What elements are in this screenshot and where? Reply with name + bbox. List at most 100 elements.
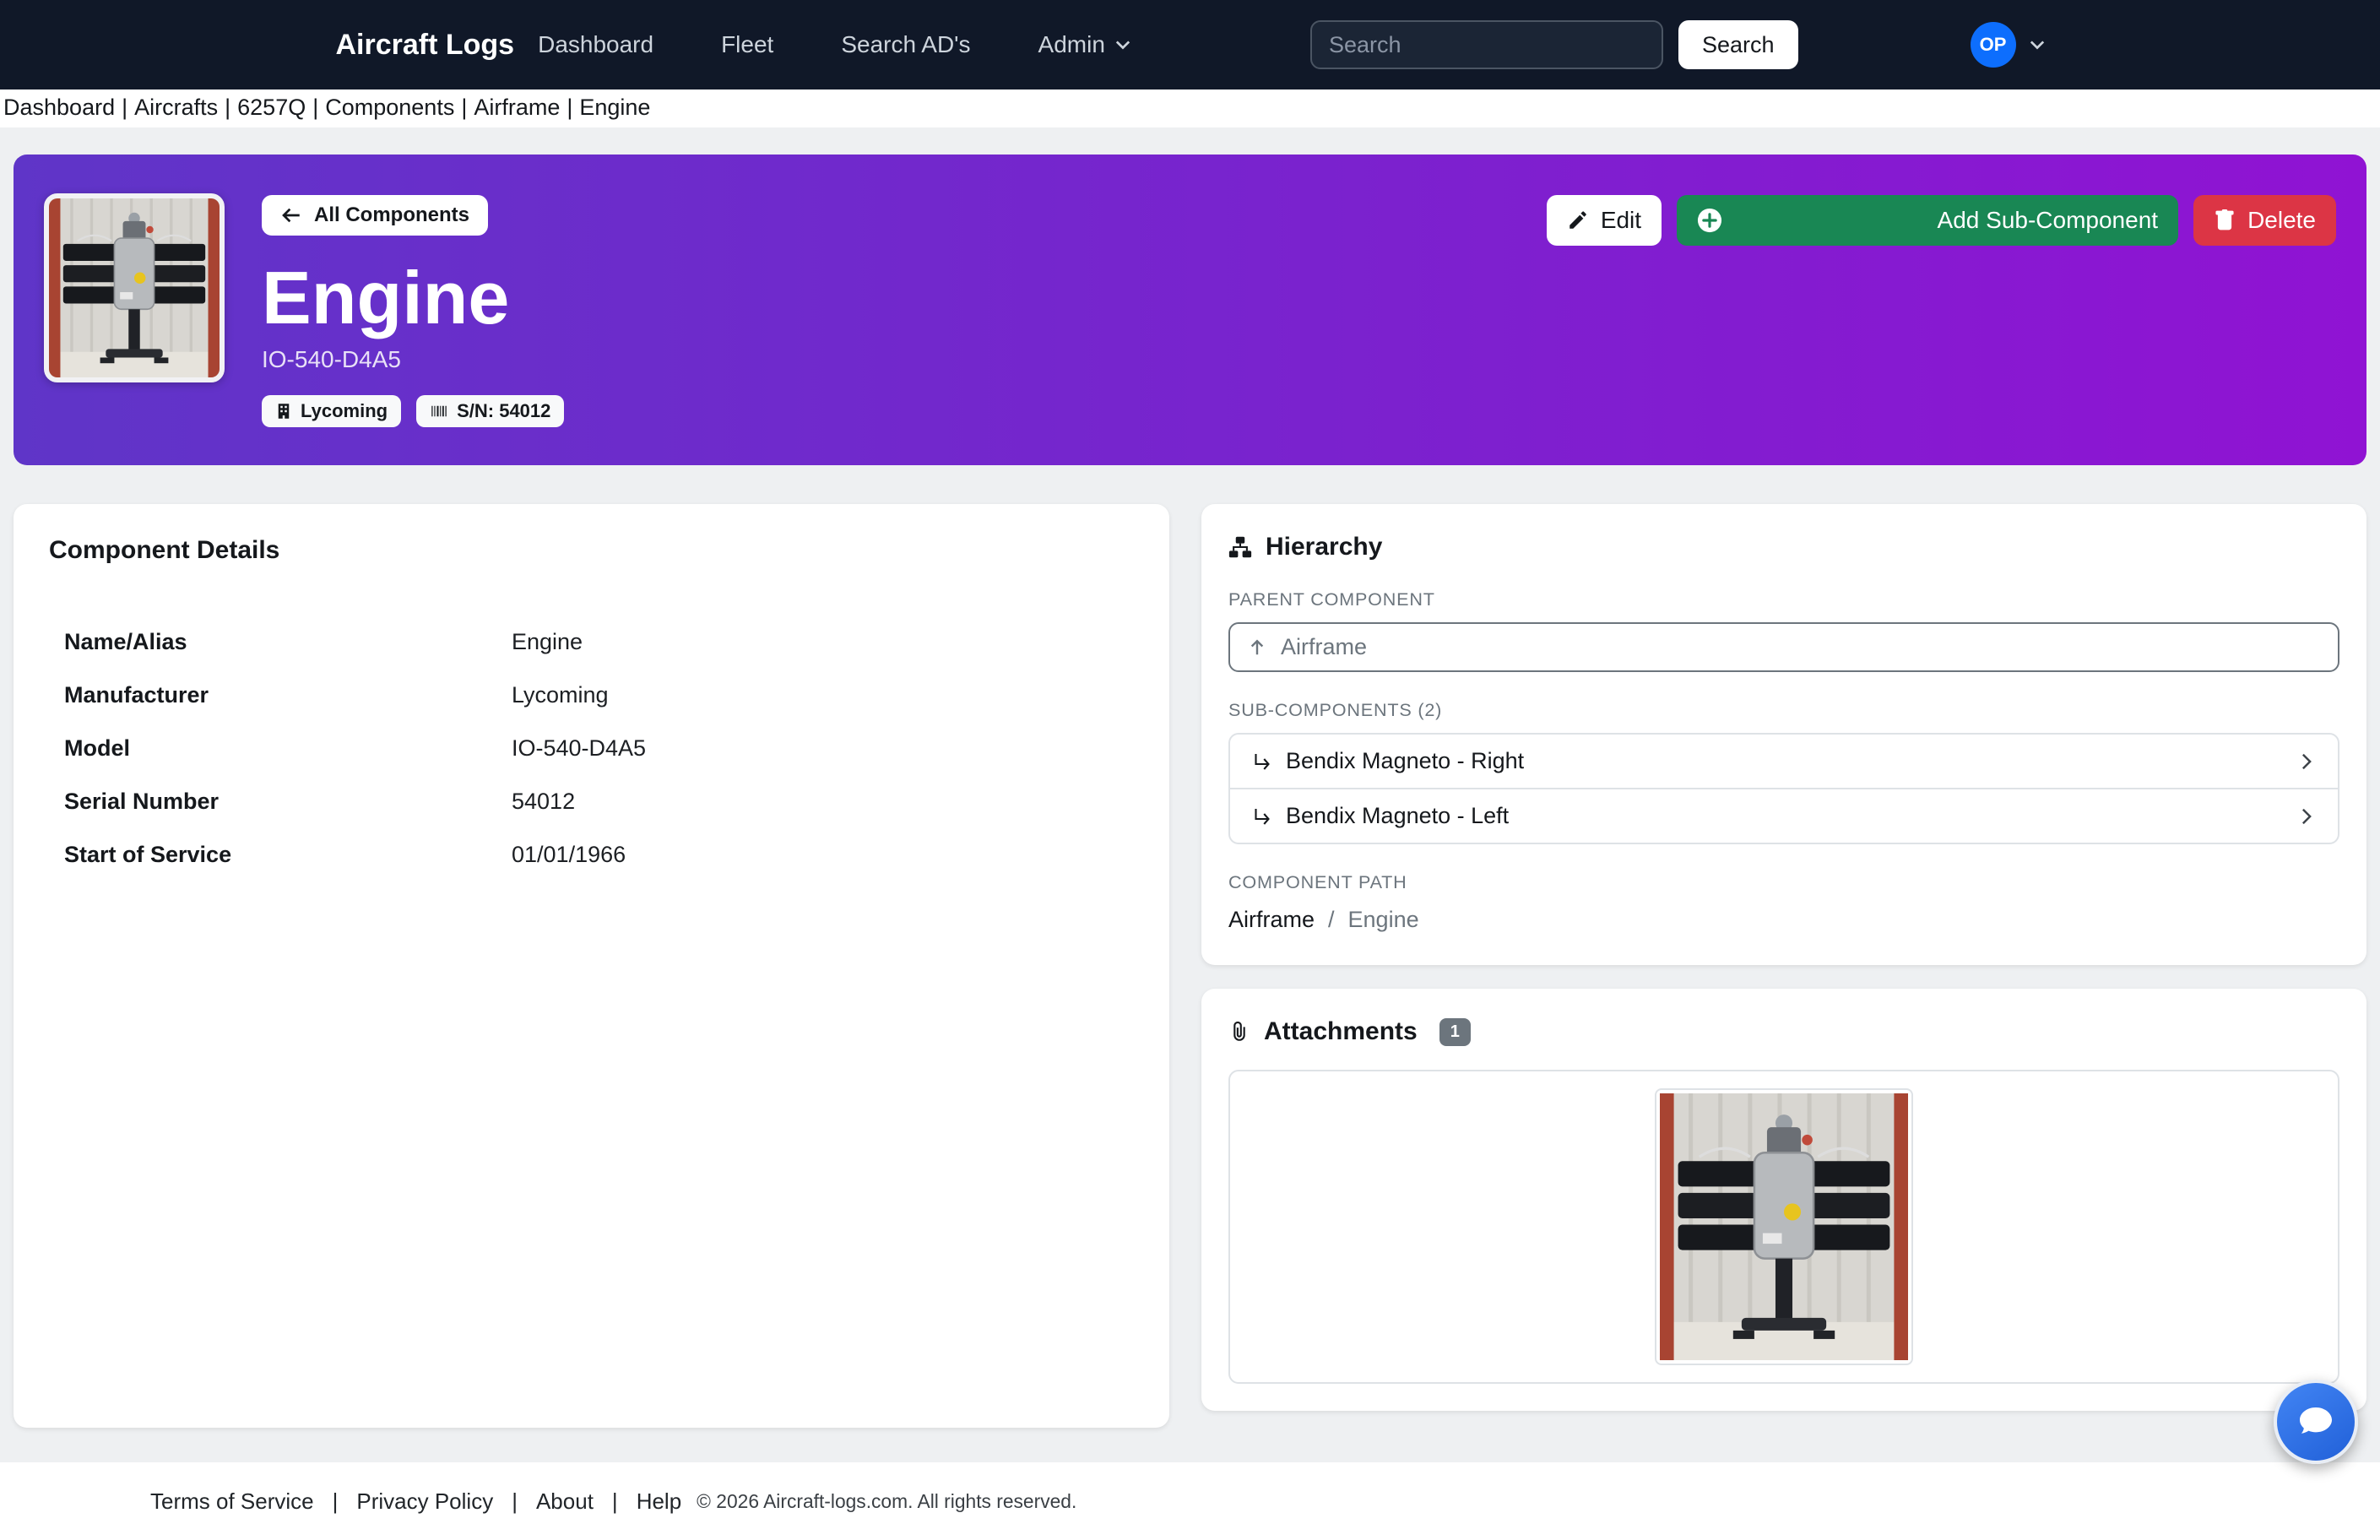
arrow-left-icon [280, 204, 302, 226]
breadcrumb-item[interactable]: 6257Q [237, 95, 306, 120]
top-navbar: Aircraft Logs Dashboard Fleet Search AD'… [0, 0, 2380, 89]
detail-value: Engine [512, 629, 1119, 655]
detail-row: Start of Service 01/01/1966 [49, 828, 1134, 881]
nav-link-fleet[interactable]: Fleet [721, 31, 773, 58]
footer-link-about[interactable]: About [536, 1488, 594, 1515]
navbar-search: Search [1310, 20, 1798, 69]
parent-component-name: Airframe [1281, 634, 1367, 660]
attachments-card: Attachments 1 [1201, 989, 2366, 1411]
hero-actions: Edit Add Sub-Component Delete [1547, 195, 2336, 246]
breadcrumb-item[interactable]: Components [325, 95, 454, 120]
path-parent-link[interactable]: Airframe [1228, 907, 1315, 933]
page: Aircraft Logs Dashboard Fleet Search AD'… [0, 0, 2380, 1540]
nav-link-label: Admin [1038, 31, 1105, 58]
footer-link-help[interactable]: Help [637, 1488, 681, 1515]
brand-link[interactable]: Aircraft Logs [336, 29, 515, 62]
pencil-icon [1567, 209, 1589, 231]
search-button[interactable]: Search [1678, 20, 1798, 69]
breadcrumb-item[interactable]: Airframe [474, 95, 560, 120]
detail-label: Start of Service [64, 842, 512, 868]
parent-component-button[interactable]: Airframe [1228, 622, 2339, 672]
paperclip-icon [1228, 1020, 1250, 1044]
nav-link-dashboard[interactable]: Dashboard [538, 31, 653, 58]
sub-component-item[interactable]: Bendix Magneto - Right [1228, 733, 2339, 789]
navbar-container: Aircraft Logs Dashboard Fleet Search AD'… [336, 0, 2045, 89]
detail-row: Serial Number 54012 [49, 775, 1134, 828]
nav-link-admin[interactable]: Admin [1038, 31, 1130, 58]
component-thumbnail [44, 193, 225, 382]
detail-value: 01/01/1966 [512, 842, 1119, 868]
barcode-icon [430, 403, 448, 420]
chat-button[interactable] [2274, 1380, 2358, 1464]
user-menu[interactable]: OP [1971, 22, 2045, 68]
detail-value: IO-540-D4A5 [512, 735, 1119, 762]
manufacturer-badge: Lycoming [262, 395, 401, 427]
add-sub-component-label: Add Sub-Component [1938, 207, 2159, 234]
footer-link-privacy[interactable]: Privacy Policy [356, 1488, 493, 1515]
component-details-title: Component Details [49, 536, 1134, 565]
component-badges: Lycoming S/N: 54012 [262, 395, 564, 427]
nav-link-search-ads[interactable]: Search AD's [841, 31, 970, 58]
detail-label: Manufacturer [64, 682, 512, 708]
nav-link-label: Search AD's [841, 31, 970, 58]
breadcrumb-separator: | [122, 95, 127, 120]
nav-link-label: Fleet [721, 31, 773, 58]
chevron-down-icon [1115, 40, 1130, 50]
chevron-down-icon [2030, 40, 2045, 50]
delete-button-label: Delete [2247, 207, 2316, 234]
chevron-right-icon [2297, 752, 2316, 771]
nav-link-label: Dashboard [538, 31, 653, 58]
add-sub-component-button[interactable]: Add Sub-Component [1677, 195, 2178, 246]
right-column: Hierarchy PARENT COMPONENT Airframe SUB-… [1201, 504, 2366, 1411]
trash-icon [2214, 209, 2236, 231]
breadcrumb-separator: | [567, 95, 572, 120]
detail-value: 54012 [512, 789, 1119, 815]
footer-separator: | [512, 1488, 518, 1515]
hero-body: All Components Engine IO-540-D4A5 Lycomi… [262, 183, 564, 427]
breadcrumb-item[interactable]: Aircrafts [134, 95, 218, 120]
detail-label: Model [64, 735, 512, 762]
detail-value: Lycoming [512, 682, 1119, 708]
breadcrumb-separator: | [461, 95, 467, 120]
main-content: Component Details Name/Alias Engine Manu… [0, 465, 2380, 1462]
all-components-button[interactable]: All Components [262, 195, 488, 236]
detail-label: Name/Alias [64, 629, 512, 655]
hierarchy-title: Hierarchy [1228, 533, 2339, 561]
breadcrumb-item[interactable]: Dashboard [3, 95, 115, 120]
footer-link-terms[interactable]: Terms of Service [150, 1488, 314, 1515]
delete-button[interactable]: Delete [2193, 195, 2336, 246]
all-components-label: All Components [314, 203, 469, 227]
footer-separator: | [333, 1488, 339, 1515]
search-input[interactable] [1310, 20, 1663, 69]
attachments-title: Attachments 1 [1228, 1017, 2339, 1046]
sub-component-item[interactable]: Bendix Magneto - Left [1228, 789, 2339, 844]
path-separator: / [1328, 907, 1335, 933]
component-model: IO-540-D4A5 [262, 346, 564, 373]
avatar[interactable]: OP [1971, 22, 2016, 68]
breadcrumb-item-current: Engine [579, 95, 650, 120]
nav-links: Dashboard Fleet Search AD's Admin [538, 31, 1130, 58]
component-hero: All Components Engine IO-540-D4A5 Lycomi… [14, 155, 2366, 465]
attachments-title-label: Attachments [1264, 1017, 1418, 1046]
breadcrumb-separator: | [225, 95, 230, 120]
engine-photo [49, 198, 220, 377]
edit-button[interactable]: Edit [1547, 195, 1662, 246]
chevron-right-icon [2297, 807, 2316, 826]
plus-circle-icon [1697, 208, 1722, 233]
detail-label: Serial Number [64, 789, 512, 815]
hierarchy-title-label: Hierarchy [1266, 533, 1382, 561]
footer-separator: | [612, 1488, 618, 1515]
serial-badge-label: S/N: 54012 [457, 400, 550, 422]
sitemap-icon [1228, 535, 1252, 559]
serial-badge: S/N: 54012 [416, 395, 564, 427]
attachments-area [1228, 1070, 2339, 1384]
sub-component-name: Bendix Magneto - Left [1286, 803, 1509, 829]
arrow-return-right-icon [1252, 806, 1272, 827]
building-icon [275, 403, 292, 420]
hierarchy-card: Hierarchy PARENT COMPONENT Airframe SUB-… [1201, 504, 2366, 965]
component-details-card: Component Details Name/Alias Engine Manu… [14, 504, 1169, 1428]
attachment-thumbnail[interactable] [1655, 1088, 1913, 1365]
detail-row: Name/Alias Engine [49, 615, 1134, 669]
attachments-count-badge: 1 [1439, 1018, 1471, 1046]
arrow-up-icon [1247, 637, 1267, 658]
